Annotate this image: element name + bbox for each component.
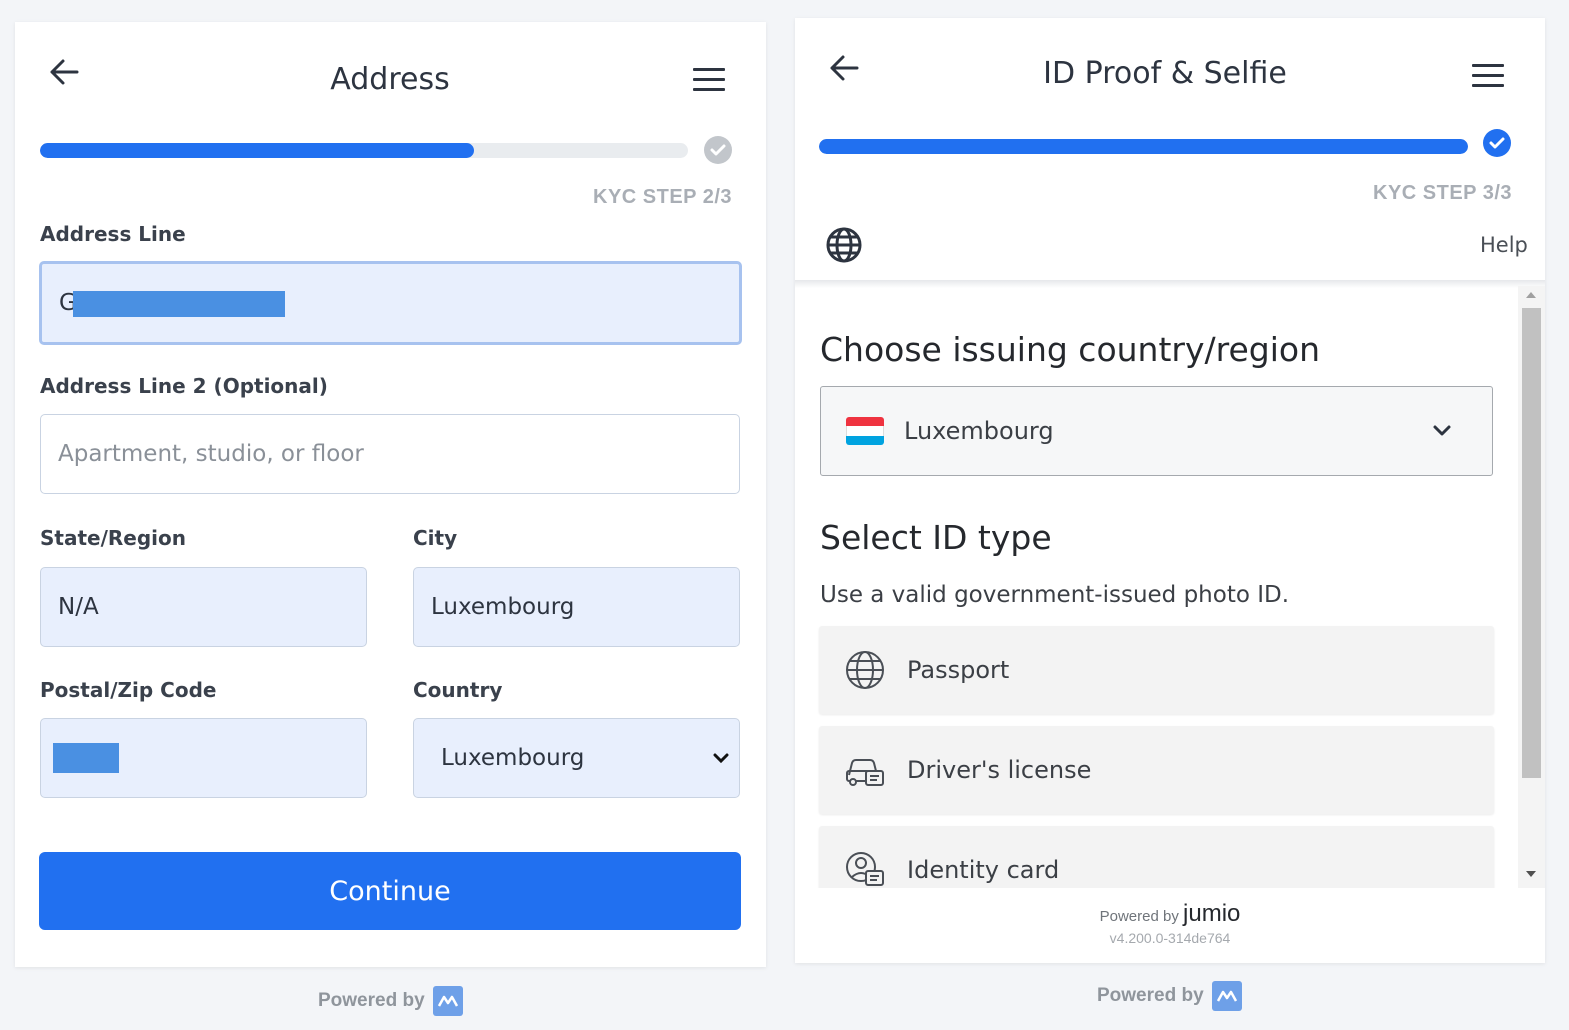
state-value: N/A (58, 594, 99, 620)
footer-powered-label: Powered by (1099, 908, 1179, 925)
id-option-drivers-license[interactable]: Driver's license (819, 726, 1494, 814)
state-label: State/Region (40, 526, 187, 550)
car-id-icon (843, 748, 887, 792)
provider-logo-icon (432, 986, 463, 1016)
page-title: Address (330, 62, 450, 97)
address-panel: Address KYC STEP 2/3 Address Line G Addr… (15, 22, 766, 967)
provider-logo-icon (1211, 981, 1242, 1011)
globe-icon (843, 648, 887, 692)
id-selection-scroll-area[interactable]: Choose issuing country/region Luxembourg… (795, 286, 1545, 888)
id-type-heading: Select ID type (820, 518, 1052, 557)
country-label: Country (413, 678, 503, 702)
luxembourg-flag-icon (846, 417, 884, 445)
redaction-block (53, 743, 119, 773)
jumio-footer: Powered by jumio (795, 900, 1545, 928)
page-title: ID Proof & Selfie (1043, 56, 1287, 91)
step-check-icon (704, 136, 732, 164)
id-proof-panel: ID Proof & Selfie KYC STEP 3/3 Help Choo… (795, 18, 1545, 963)
id-option-label: Driver's license (907, 756, 1092, 784)
back-arrow-icon[interactable] (49, 58, 79, 90)
city-value: Luxembourg (431, 594, 575, 620)
hamburger-menu-icon[interactable] (693, 68, 725, 98)
id-option-label: Identity card (907, 856, 1060, 884)
identity-card-icon (843, 848, 887, 888)
version-label: v4.200.0-314de764 (1109, 930, 1231, 946)
state-input[interactable]: N/A (40, 567, 367, 647)
scroll-up-arrow-icon[interactable] (1526, 292, 1536, 298)
redaction-block (73, 291, 285, 317)
kyc-step-label: KYC STEP 2/3 (593, 186, 733, 208)
scrollbar-thumb[interactable] (1522, 308, 1541, 778)
address-line2-placeholder: Apartment, studio, or floor (58, 441, 364, 467)
progress-bar-fill (819, 139, 1468, 154)
chevron-down-icon (1433, 425, 1451, 436)
address-line2-label: Address Line 2 (Optional) (40, 374, 328, 398)
postal-label: Postal/Zip Code (40, 678, 217, 702)
address-line2-input[interactable]: Apartment, studio, or floor (40, 414, 740, 494)
progress-bar-fill (40, 143, 475, 158)
address-line-label: Address Line (40, 222, 186, 246)
language-globe-icon[interactable] (825, 226, 863, 268)
country-select[interactable]: Luxembourg (413, 718, 740, 798)
help-link[interactable]: Help (1480, 233, 1528, 257)
back-arrow-icon[interactable] (829, 54, 859, 86)
id-option-label: Passport (907, 656, 1010, 684)
continue-button[interactable]: Continue (39, 852, 741, 930)
country-heading: Choose issuing country/region (820, 330, 1320, 369)
id-type-subtext: Use a valid government-issued photo ID. (820, 582, 1290, 608)
country-dropdown[interactable]: Luxembourg (820, 386, 1493, 476)
scrollbar[interactable] (1518, 286, 1545, 888)
scroll-down-arrow-icon[interactable] (1526, 871, 1536, 877)
progress-bar (40, 143, 688, 158)
country-dropdown-value: Luxembourg (904, 417, 1054, 445)
country-value: Luxembourg (441, 745, 585, 771)
jumio-logo: jumio (1183, 900, 1241, 927)
powered-by-label: Powered by (1097, 985, 1204, 1006)
hamburger-menu-icon[interactable] (1472, 64, 1504, 94)
id-option-identity-card[interactable]: Identity card (819, 826, 1494, 888)
kyc-step-label: KYC STEP 3/3 (1373, 182, 1513, 204)
powered-by-footer: Powered by (1097, 981, 1242, 1011)
powered-by-footer: Powered by (318, 986, 463, 1016)
city-input[interactable]: Luxembourg (413, 567, 740, 647)
progress-bar (819, 139, 1468, 154)
powered-by-label: Powered by (318, 990, 425, 1011)
city-label: City (413, 526, 458, 550)
step-check-icon (1483, 129, 1511, 157)
chevron-down-icon (713, 753, 729, 764)
id-option-passport[interactable]: Passport (819, 626, 1494, 714)
